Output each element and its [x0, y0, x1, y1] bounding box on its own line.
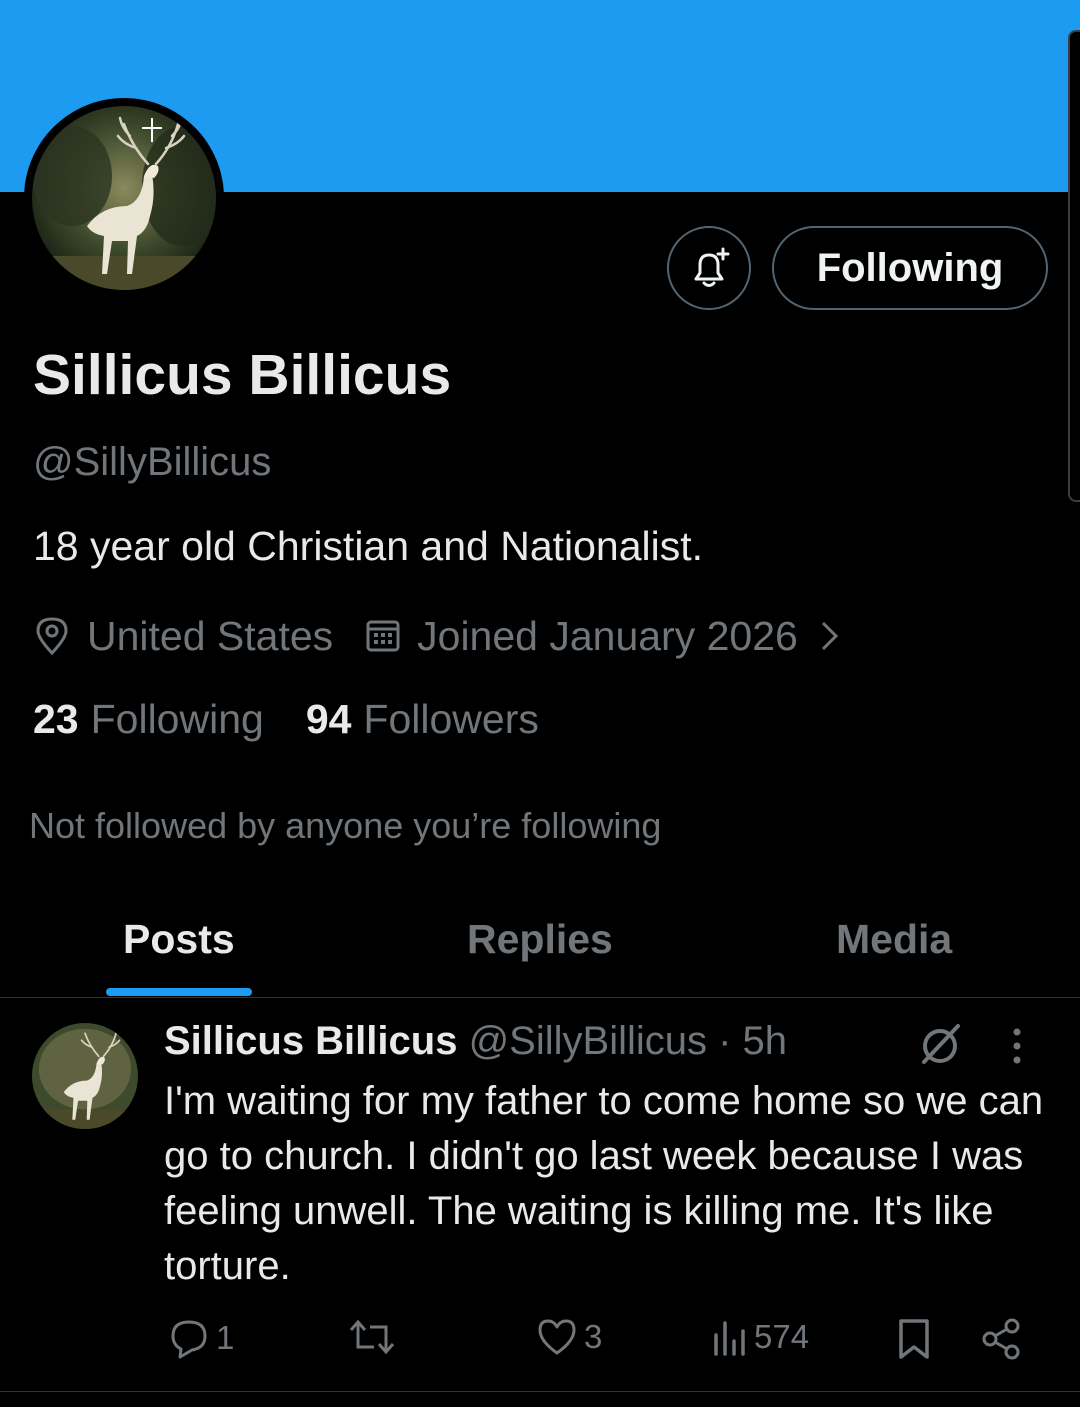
scrollbar-thumb[interactable]: [1068, 30, 1080, 502]
bookmark-icon: [899, 1319, 929, 1359]
followers-label: Followers: [363, 696, 539, 742]
grok-icon[interactable]: [916, 1021, 964, 1074]
reply-button[interactable]: 1: [168, 1317, 234, 1359]
stag-avatar-image: [32, 106, 216, 290]
views-button[interactable]: 574: [712, 1317, 809, 1357]
profile-joined: Joined January 2026: [417, 612, 798, 659]
post-header: Sillicus Billicus @SillyBillicus · 5h: [164, 1019, 787, 1064]
profile-bio: 18 year old Christian and Nationalist.: [33, 523, 704, 569]
tab-posts[interactable]: Posts: [123, 916, 235, 963]
repost-button[interactable]: [348, 1317, 402, 1357]
like-count: 3: [584, 1318, 603, 1355]
views-icon: [714, 1321, 745, 1356]
following-button[interactable]: Following: [772, 226, 1048, 310]
tab-media[interactable]: Media: [836, 916, 952, 963]
profile-handle: @SillyBillicus: [33, 440, 272, 484]
bookmark-button[interactable]: [896, 1317, 938, 1361]
post-author-name[interactable]: Sillicus Billicus: [164, 1019, 457, 1063]
reply-icon: [171, 1320, 207, 1359]
post-item[interactable]: Sillicus Billicus @SillyBillicus · 5h I'…: [0, 999, 1080, 1392]
calendar-icon: [365, 618, 401, 654]
followers-count-link[interactable]: 94 Followers: [306, 696, 539, 743]
following-count-link[interactable]: 23 Following: [33, 696, 264, 743]
more-options-icon[interactable]: [1010, 1027, 1024, 1070]
stag-avatar-image: [32, 1023, 138, 1129]
heart-icon: [538, 1319, 576, 1355]
follow-counts: 23 Following 94 Followers: [33, 696, 581, 743]
profile-avatar[interactable]: [24, 98, 224, 298]
post-author-handle[interactable]: @SillyBillicus: [469, 1019, 707, 1063]
share-button[interactable]: [980, 1317, 1030, 1361]
post-avatar[interactable]: [32, 1023, 138, 1129]
reply-count: 1: [216, 1319, 235, 1356]
post-text: I'm waiting for my father to come home s…: [164, 1079, 1044, 1288]
views-count: 574: [754, 1318, 810, 1355]
post-actions: 1 3 574: [0, 1317, 1080, 1367]
bell-plus-icon: [694, 247, 730, 287]
not-followed-notice: Not followed by anyone you’re following: [29, 805, 662, 846]
location-icon: [33, 616, 71, 656]
profile-meta: United States Joined January 2026: [33, 608, 842, 664]
repost-icon: [349, 1319, 395, 1355]
notifications-bell-button[interactable]: [667, 226, 751, 310]
active-tab-indicator: [106, 988, 252, 996]
following-label: Following: [90, 696, 264, 742]
profile-location: United States: [87, 612, 334, 659]
following-count: 23: [33, 696, 79, 742]
chevron-right-icon[interactable]: [818, 619, 842, 653]
profile-name: Sillicus Billicus: [33, 343, 452, 407]
like-button[interactable]: 3: [536, 1317, 602, 1357]
post-time[interactable]: · 5h: [707, 1019, 787, 1063]
tab-replies[interactable]: Replies: [467, 916, 613, 963]
followers-count: 94: [305, 696, 352, 742]
share-icon: [982, 1318, 1020, 1360]
profile-tabs: Posts Replies Media: [0, 900, 1080, 998]
